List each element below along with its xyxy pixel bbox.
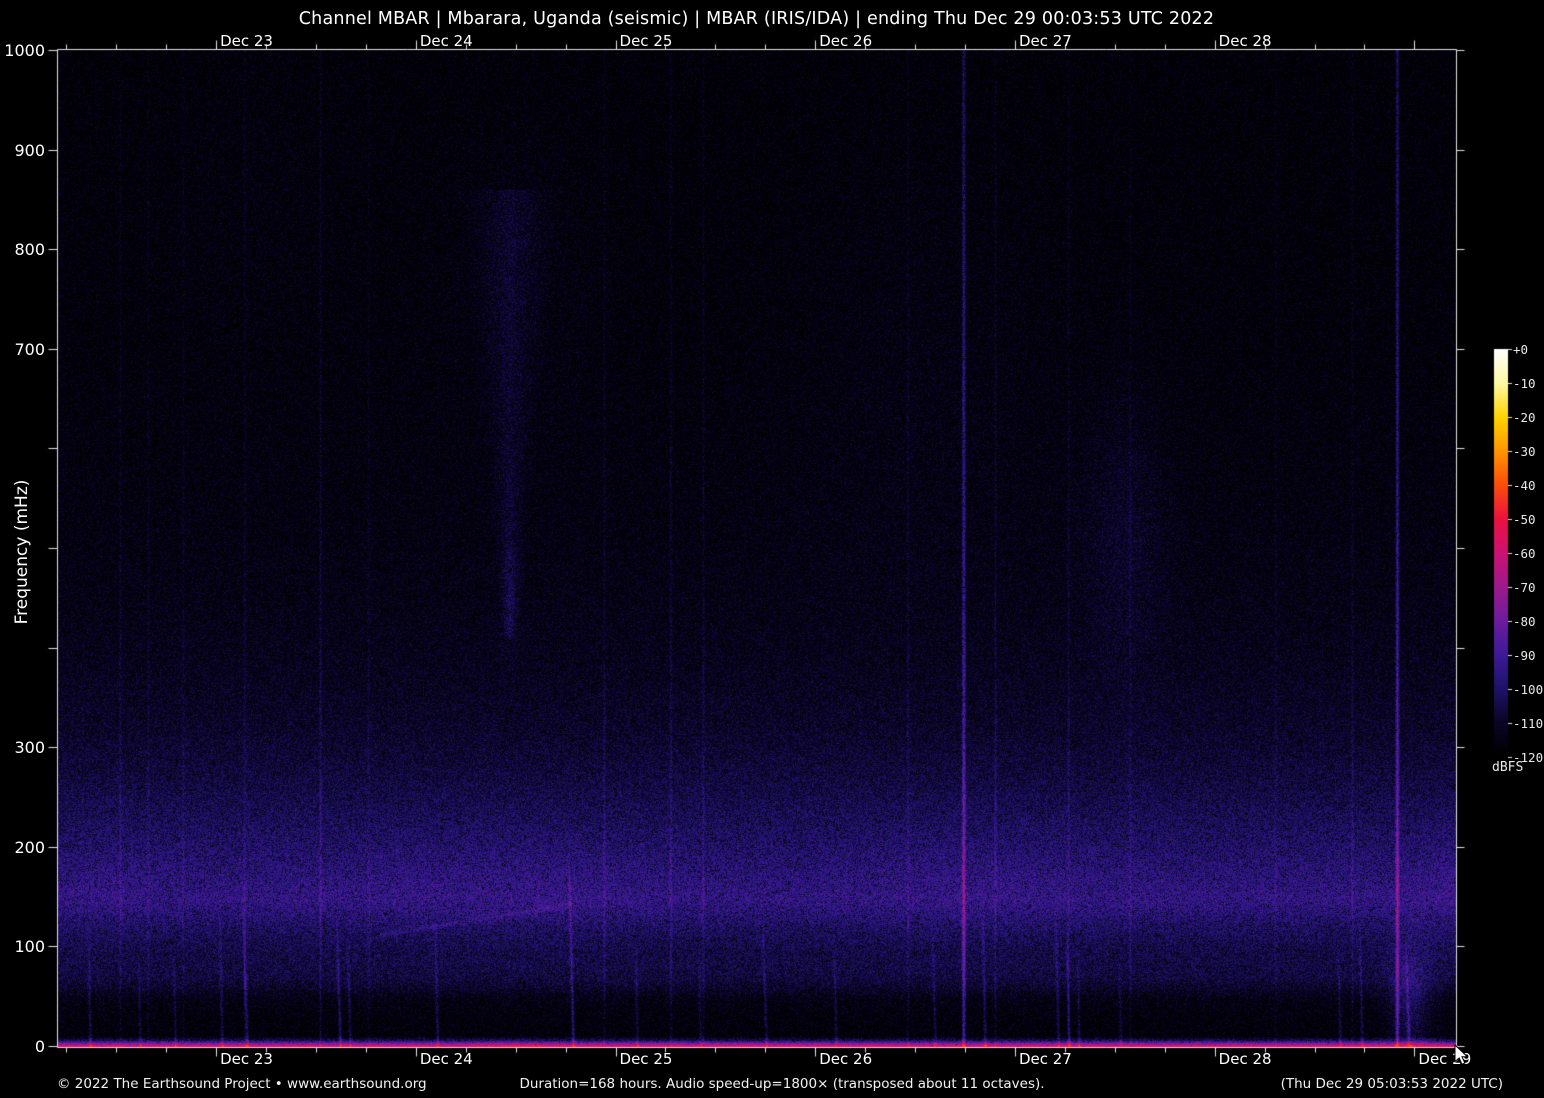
x-tick-label-bottom: Dec 24 [419,1050,473,1068]
y-tick-label: 700 [14,339,45,359]
y-tick-label: 900 [14,140,45,160]
x-tick-label-top: Dec 25 [619,32,673,50]
colorbar-tick-label: -40 [1513,478,1536,493]
y-tick-label: 100 [14,937,45,957]
footer-generated-timestamp: (Thu Dec 29 05:03:53 2022 UTC) [1280,1076,1503,1092]
colorbar-tick-label: -50 [1513,512,1536,527]
x-tick-label-bottom: Dec 23 [220,1050,273,1068]
spectrogram-canvas [0,0,1544,1098]
spectrogram-page: Channel MBAR | Mbarara, Uganda (seismic)… [0,0,1544,1098]
mouse-cursor-icon [1454,1044,1469,1065]
y-tick-label: 0 [34,1037,45,1056]
colorbar-tick-label: -100 [1513,682,1544,697]
x-tick-label-top: Dec 24 [419,32,473,50]
x-tick-label-top: Dec 26 [819,32,873,50]
colorbar-tick-label: -90 [1513,648,1536,663]
x-tick-label-bottom: Dec 25 [619,1050,673,1068]
x-tick-label-bottom: Dec 27 [1018,1050,1072,1068]
colorbar-tick-label: -80 [1513,614,1536,629]
footer-duration: Duration=168 hours. Audio speed-up=1800×… [519,1076,1045,1092]
colorbar-tick-label: -110 [1513,716,1544,731]
y-tick-label: 300 [14,738,45,758]
y-tick-label: 200 [14,837,45,857]
page-title: Channel MBAR | Mbarara, Uganda (seismic)… [298,9,1215,29]
colorbar-tick-label: -10 [1513,376,1536,391]
x-tick-label-top: Dec 28 [1218,32,1272,50]
footer-copyright: © 2022 The Earthsound Project • www.eart… [57,1076,427,1092]
colorbar-tick-label: -60 [1513,546,1536,561]
colorbar-tick-label: -70 [1513,580,1536,595]
y-axis-title: Frequency (mHz) [12,479,32,625]
x-tick-label-bottom: Dec 28 [1218,1050,1272,1068]
colorbar-tick-label: +0 [1513,342,1529,357]
y-tick-label: 1000 [4,41,45,60]
colorbar-tick-label: -30 [1513,444,1536,459]
y-tick-label: 800 [14,240,45,260]
colorbar-tick-label: -20 [1513,410,1536,425]
x-tick-label-top: Dec 23 [220,32,273,50]
colorbar-unit-label: dBFS [1492,760,1524,775]
x-tick-label-bottom: Dec 26 [819,1050,873,1068]
x-tick-label-top: Dec 27 [1018,32,1072,50]
